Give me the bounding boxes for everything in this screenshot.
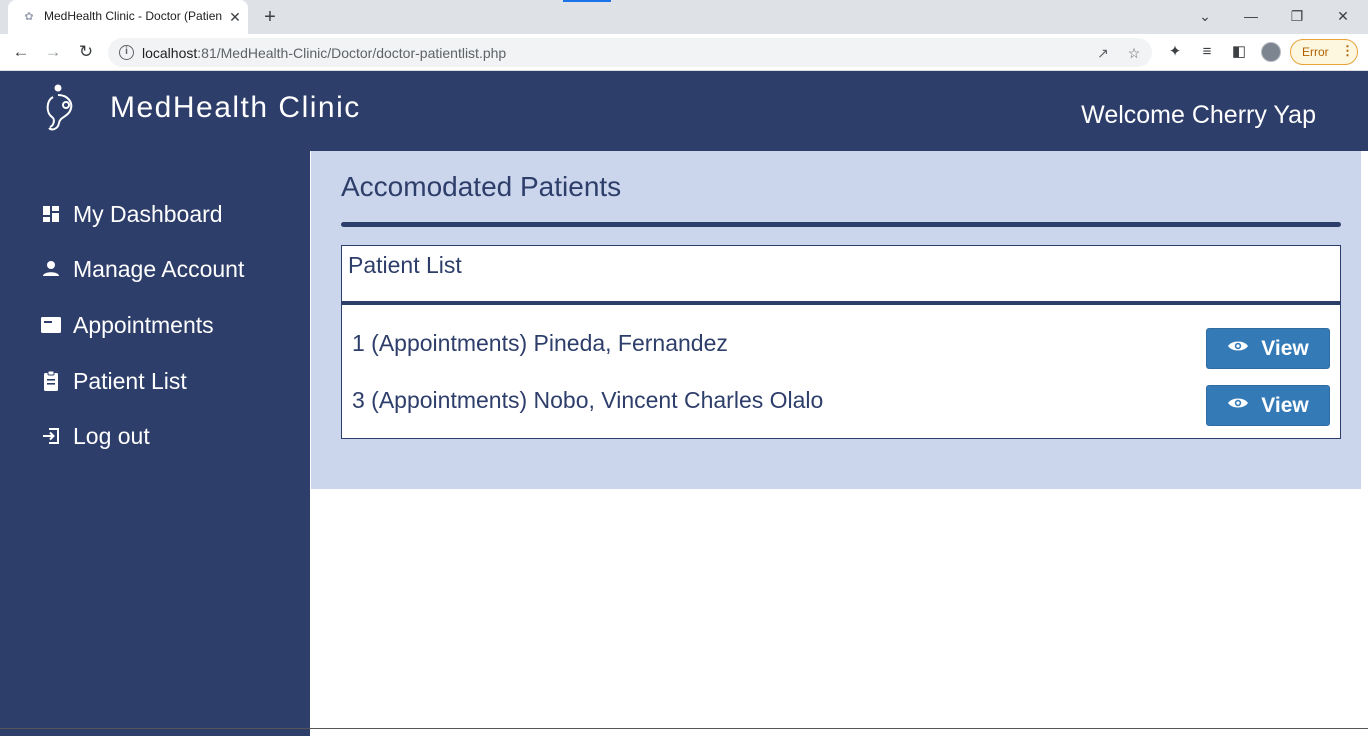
- browser-tabstrip: ✿ MedHealth Clinic - Doctor (Patien ✕ + …: [0, 0, 1368, 34]
- sidebar-item-label: Manage Account: [73, 255, 245, 282]
- stethoscope-logo-icon: [46, 84, 73, 131]
- patient-row-text: 3 (Appointments) Nobo, Vincent Charles O…: [352, 387, 824, 413]
- restore-icon[interactable]: ❐: [1285, 4, 1309, 28]
- favicon-icon: ✿: [24, 11, 34, 23]
- browser-toolbar: ← → ↻ i localhost:81/MedHealth-Clinic/Do…: [0, 34, 1368, 71]
- sidebar-item-dashboard[interactable]: My Dashboard: [40, 197, 223, 231]
- url-path: :81/MedHealth-Clinic/Doctor/doctor-patie…: [197, 45, 507, 61]
- card-divider: [342, 301, 1340, 305]
- sidebar-item-patient-list[interactable]: Patient List: [40, 364, 187, 398]
- kebab-menu-icon: ⋮: [1341, 43, 1354, 58]
- view-button-label: View: [1261, 393, 1309, 417]
- view-patient-button[interactable]: View: [1206, 385, 1330, 426]
- error-label: Error: [1302, 45, 1329, 59]
- logout-icon: [40, 425, 62, 447]
- sidebar: My Dashboard Manage Account Appointments…: [0, 151, 310, 736]
- sidebar-item-label: Log out: [73, 422, 150, 449]
- page-title: Accomodated Patients: [341, 171, 622, 202]
- eye-icon: [1228, 398, 1249, 407]
- error-button[interactable]: Error ⋮: [1290, 39, 1358, 65]
- sidebar-item-label: Appointments: [73, 311, 214, 338]
- share-icon[interactable]: ↗: [1093, 43, 1113, 63]
- view-button-label: View: [1261, 336, 1309, 360]
- minimize-icon[interactable]: —: [1239, 4, 1263, 28]
- sidebar-item-label: Patient List: [73, 367, 187, 394]
- url-host: localhost: [142, 45, 198, 61]
- clipboard-icon: [40, 370, 62, 392]
- sidebar-item-logout[interactable]: Log out: [40, 419, 150, 453]
- window-close-icon[interactable]: ✕: [1331, 4, 1355, 28]
- bookmark-star-icon[interactable]: ☆: [1124, 43, 1144, 63]
- welcome-text: Welcome Cherry Yap: [1081, 101, 1316, 129]
- sidebar-item-appointments[interactable]: Appointments: [40, 308, 214, 342]
- back-icon[interactable]: ←: [9, 40, 33, 64]
- main-content: Accomodated Patients Patient List 1 (App…: [311, 151, 1361, 489]
- browser-tab[interactable]: ✿ MedHealth Clinic - Doctor (Patien ✕: [8, 0, 248, 34]
- page-bottom-border: [0, 728, 1368, 729]
- eye-icon: [1228, 341, 1249, 350]
- extensions-icon[interactable]: ✦: [1164, 41, 1186, 63]
- reload-icon[interactable]: ↻: [74, 40, 98, 64]
- person-icon: [40, 258, 62, 280]
- site-info-icon[interactable]: i: [119, 45, 134, 60]
- new-tab-icon[interactable]: +: [259, 6, 281, 28]
- profile-avatar[interactable]: [1261, 42, 1281, 62]
- tab-accent: [563, 0, 611, 2]
- patient-list-card: Patient List 1 (Appointments) Pineda, Fe…: [341, 245, 1341, 439]
- sidebar-item-label: My Dashboard: [73, 200, 223, 227]
- site-header: MedHealth Clinic Welcome Cherry Yap: [0, 71, 1368, 151]
- patient-row-text: 1 (Appointments) Pineda, Fernandez: [352, 330, 728, 356]
- title-divider: [341, 222, 1341, 227]
- brand-title: MedHealth Clinic: [110, 91, 361, 124]
- sidebar-item-manage-account[interactable]: Manage Account: [40, 252, 244, 286]
- tab-search-chevron-icon[interactable]: ⌄: [1193, 4, 1217, 28]
- dashboard-icon: [40, 203, 62, 225]
- tab-close-icon[interactable]: ✕: [225, 7, 245, 27]
- tab-title: MedHealth Clinic - Doctor (Patien: [44, 9, 223, 23]
- url-text[interactable]: localhost:81/MedHealth-Clinic/Doctor/doc…: [142, 45, 506, 61]
- media-queue-icon[interactable]: ≡: [1196, 41, 1218, 63]
- side-panel-icon[interactable]: ◧: [1228, 41, 1250, 63]
- card-icon: [40, 314, 62, 336]
- view-patient-button[interactable]: View: [1206, 328, 1330, 369]
- address-bar[interactable]: i localhost:81/MedHealth-Clinic/Doctor/d…: [108, 38, 1152, 67]
- forward-icon[interactable]: →: [41, 40, 65, 64]
- card-title: Patient List: [348, 252, 462, 278]
